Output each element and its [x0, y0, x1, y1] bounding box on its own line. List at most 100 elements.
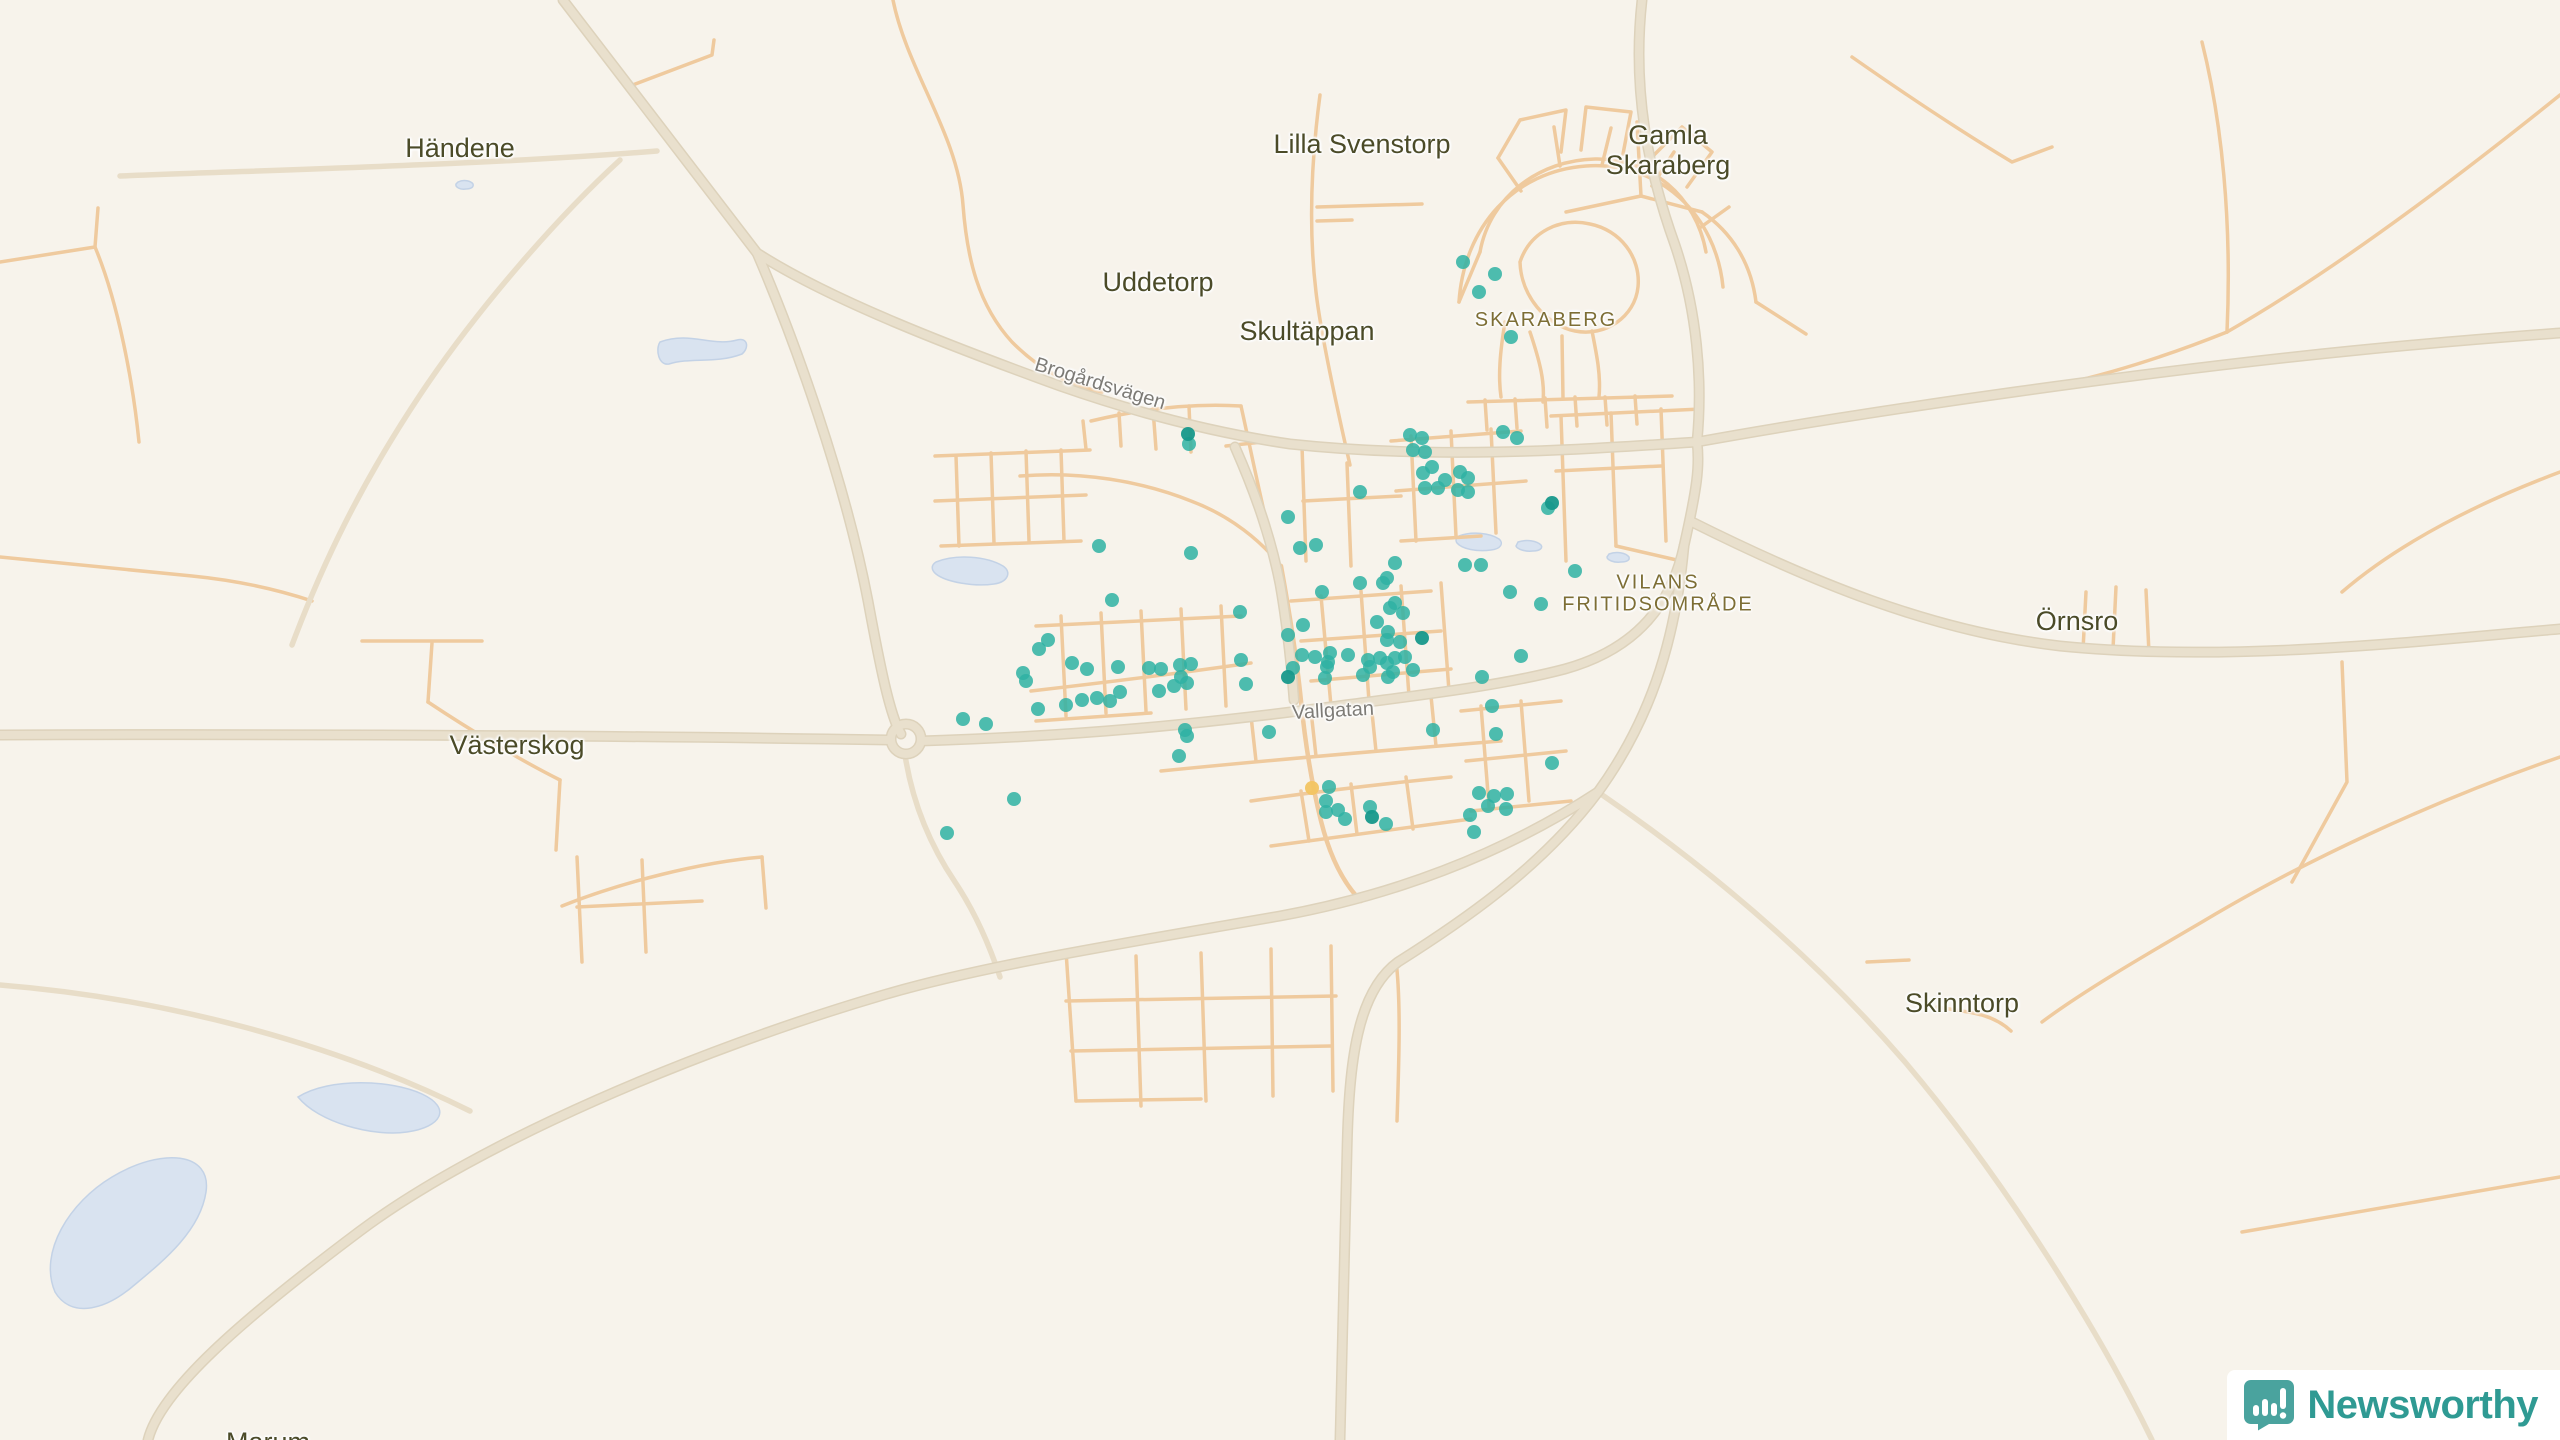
data-point-dot: [1415, 631, 1429, 645]
data-point-dot: [1305, 781, 1319, 795]
data-point-dot: [1172, 749, 1186, 763]
data-point-dot: [1103, 694, 1117, 708]
data-point-dot: [1467, 825, 1481, 839]
data-point-dot: [1353, 485, 1367, 499]
data-point-dot: [1184, 546, 1198, 560]
data-point-dot: [1418, 481, 1432, 495]
data-point-dot: [1105, 593, 1119, 607]
data-point-dot: [1281, 670, 1295, 684]
data-point-dot: [1322, 780, 1336, 794]
data-point-dot: [1167, 679, 1181, 693]
data-point-dot: [1308, 650, 1322, 664]
data-point-dot: [1489, 727, 1503, 741]
data-point-dot: [1499, 802, 1513, 816]
data-point-dot: [1416, 466, 1430, 480]
data-point-dot: [1461, 471, 1475, 485]
data-point-dot: [1154, 662, 1168, 676]
data-point-dot: [1472, 285, 1486, 299]
data-point-dot: [1379, 817, 1393, 831]
data-point-dot: [1239, 677, 1253, 691]
data-point-dot: [1234, 653, 1248, 667]
data-point-dot: [1031, 702, 1045, 716]
map-canvas[interactable]: HändeneLilla SvenstorpGamla SkarabergUdd…: [0, 0, 2560, 1440]
newsworthy-logo-icon: [2243, 1379, 2295, 1431]
data-point-dot: [1398, 650, 1412, 664]
data-point-dot: [1396, 606, 1410, 620]
data-point-dot: [1111, 660, 1125, 674]
data-point-dot: [1353, 576, 1367, 590]
data-point-dot: [1488, 267, 1502, 281]
data-point-dot: [1092, 539, 1106, 553]
data-point-dot: [1233, 605, 1247, 619]
medium-roads-layer: [0, 151, 2152, 1440]
data-point-dot: [1545, 756, 1559, 770]
data-point-dot: [1456, 255, 1470, 269]
data-point-dot: [1281, 628, 1295, 642]
data-point-dot: [1431, 481, 1445, 495]
data-point-dot: [1065, 656, 1079, 670]
data-point-dot: [1341, 648, 1355, 662]
data-point-dot: [1393, 635, 1407, 649]
data-point-dot: [1463, 808, 1477, 822]
data-point-dot: [1184, 657, 1198, 671]
major-roads-layer: [0, 0, 2560, 1440]
data-point-dot: [1295, 648, 1309, 662]
data-point-dot: [1376, 576, 1390, 590]
data-point-dot: [1262, 725, 1276, 739]
data-point-dot: [1180, 676, 1194, 690]
data-point-dot: [1281, 510, 1295, 524]
data-point-dot: [1080, 662, 1094, 676]
data-point-dot: [1503, 585, 1517, 599]
newsworthy-attribution[interactable]: Newsworthy: [2227, 1370, 2560, 1440]
data-point-dot: [1383, 601, 1397, 615]
data-point-dot: [1319, 805, 1333, 819]
data-point-dot: [1426, 723, 1440, 737]
data-point-dot: [979, 717, 993, 731]
data-point-dot: [1481, 799, 1495, 813]
data-point-dot: [1380, 633, 1394, 647]
map-graphics: [0, 0, 2560, 1440]
data-point-dot: [1568, 564, 1582, 578]
data-point-dot: [1007, 792, 1021, 806]
data-point-dot: [1296, 618, 1310, 632]
data-point-dot: [1415, 431, 1429, 445]
data-point-dot: [1545, 496, 1559, 510]
data-point-dot: [1534, 597, 1548, 611]
data-point-dot: [1406, 663, 1420, 677]
data-point-dot: [1485, 699, 1499, 713]
data-point-dot: [1510, 431, 1524, 445]
data-point-dot: [1458, 558, 1472, 572]
data-point-dot: [1356, 668, 1370, 682]
data-point-dot: [1090, 691, 1104, 705]
data-point-dot: [1514, 649, 1528, 663]
data-point-dot: [1293, 541, 1307, 555]
data-point-dot: [1181, 427, 1195, 441]
data-point-dot: [1365, 810, 1379, 824]
major-roads-casing-layer: [0, 0, 2560, 1440]
data-point-dot: [1474, 558, 1488, 572]
data-point-dot: [1059, 698, 1073, 712]
data-point-dot: [1318, 671, 1332, 685]
data-point-dot: [956, 712, 970, 726]
data-point-dot: [1309, 538, 1323, 552]
data-point-dot: [1142, 661, 1156, 675]
data-point-dot: [1315, 585, 1329, 599]
data-point-dot: [1406, 443, 1420, 457]
data-point-dot: [1152, 684, 1166, 698]
data-point-dot: [940, 826, 954, 840]
newsworthy-brand-name: Newsworthy: [2307, 1383, 2538, 1428]
data-point-dot: [1370, 615, 1384, 629]
data-point-dot: [1180, 729, 1194, 743]
data-point-dot: [1381, 670, 1395, 684]
data-point-dot: [1418, 445, 1432, 459]
data-point-dot: [1338, 812, 1352, 826]
data-point-dot: [1472, 786, 1486, 800]
data-point-dot: [1388, 556, 1402, 570]
data-point-dot: [1019, 674, 1033, 688]
data-point-dot: [1504, 330, 1518, 344]
data-point-dot: [1475, 670, 1489, 684]
data-point-dot: [1496, 425, 1510, 439]
data-point-dot: [1461, 485, 1475, 499]
data-point-dot: [1075, 693, 1089, 707]
data-point-dot: [1032, 642, 1046, 656]
